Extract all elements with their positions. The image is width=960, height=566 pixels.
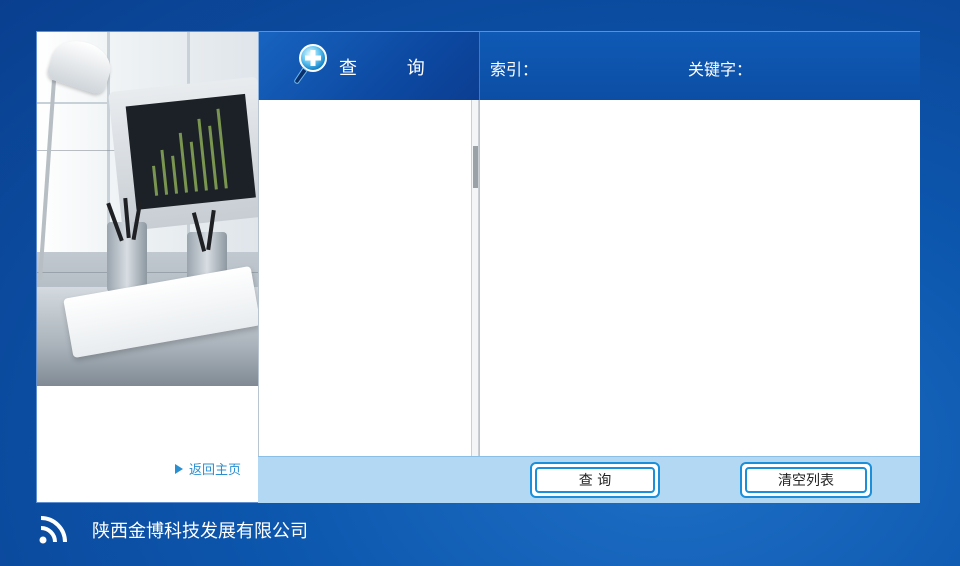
clear-list-button-label: 清空列表 (745, 467, 867, 493)
scrollbar-thumb[interactable] (473, 146, 478, 188)
magnifier-plus-icon (294, 44, 327, 84)
query-button[interactable]: 查 询 (530, 462, 660, 498)
category-list-scrollbar[interactable] (471, 100, 479, 456)
keyword-label: 关键字： (688, 60, 753, 79)
results-list[interactable] (479, 100, 920, 456)
clear-list-button[interactable]: 清空列表 (740, 462, 872, 498)
action-bar: 查 询 清空列表 (258, 456, 920, 503)
triangle-right-icon (175, 463, 183, 474)
index-label: 索引： (490, 60, 539, 79)
company-name: 陕西金博科技发展有限公司 (92, 521, 308, 542)
home-link-label: 返回主页 (189, 463, 242, 478)
category-list[interactable] (258, 100, 473, 456)
main-frame: 返回主页 查 询 索引： 关键字： 查 询 清空列表 (36, 31, 920, 503)
query-button-label: 查 询 (535, 467, 655, 493)
home-link[interactable]: 返回主页 (175, 459, 241, 478)
filter-header: 索引： 关键字： (479, 32, 920, 100)
wifi-signal-icon (39, 516, 67, 544)
query-header: 查 询 (258, 32, 479, 100)
office-photo (37, 32, 258, 386)
query-title: 查 询 (339, 58, 447, 79)
